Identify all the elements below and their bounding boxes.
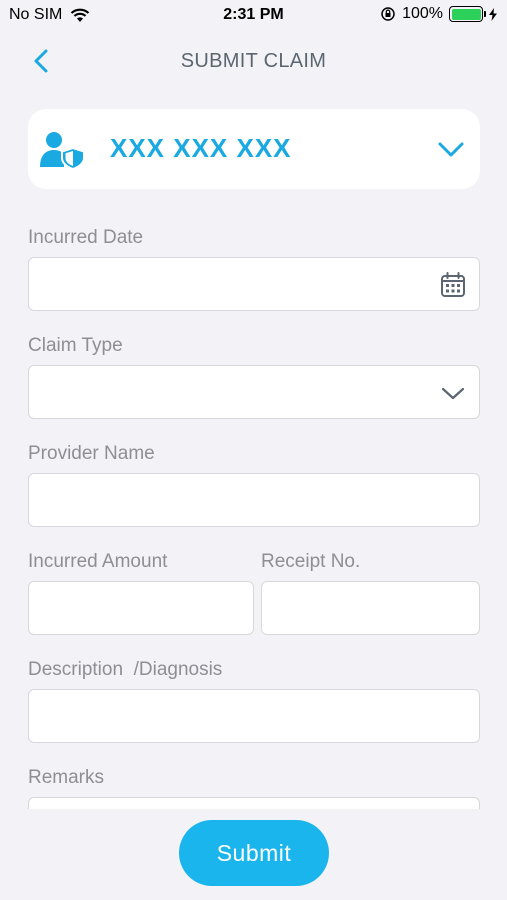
claim-type-input[interactable] bbox=[29, 366, 479, 418]
status-right: 100% bbox=[380, 5, 497, 23]
description-label: Description /Diagnosis bbox=[28, 659, 223, 680]
provider-name-field[interactable] bbox=[28, 473, 480, 527]
remarks-input[interactable] bbox=[29, 800, 479, 809]
remarks-label: Remarks bbox=[28, 767, 105, 788]
user-shield-icon bbox=[40, 132, 85, 169]
receipt-no-label: Receipt No. bbox=[261, 551, 361, 572]
battery-icon bbox=[449, 6, 486, 22]
receipt-no-field[interactable] bbox=[261, 581, 480, 635]
description-input[interactable] bbox=[29, 690, 479, 742]
provider-name-label: Provider Name bbox=[28, 443, 155, 464]
member-selector[interactable]: XXX XXX XXX bbox=[28, 109, 480, 189]
provider-name-input[interactable] bbox=[29, 474, 479, 526]
incurred-date-input[interactable] bbox=[29, 258, 479, 310]
incurred-amount-field[interactable] bbox=[28, 581, 254, 635]
incurred-amount-label: Incurred Amount bbox=[28, 551, 168, 572]
chevron-down-icon bbox=[441, 387, 465, 400]
claim-type-select[interactable] bbox=[28, 365, 480, 419]
nav-bar: SUBMIT CLAIM bbox=[0, 38, 507, 86]
incurred-date-label: Incurred Date bbox=[28, 227, 144, 248]
receipt-no-input[interactable] bbox=[262, 582, 479, 634]
claim-type-label: Claim Type bbox=[28, 335, 123, 356]
submit-button[interactable]: Submit bbox=[179, 820, 329, 886]
page-title: SUBMIT CLAIM bbox=[180, 50, 327, 72]
battery-percent: 100% bbox=[402, 5, 443, 22]
incurred-amount-input[interactable] bbox=[29, 582, 253, 634]
orientation-lock-icon bbox=[381, 7, 395, 21]
status-bar: No SIM 2:31 PM 100% bbox=[0, 0, 507, 32]
member-name: XXX XXX XXX bbox=[110, 133, 292, 163]
calendar-icon[interactable] bbox=[439, 271, 467, 299]
incurred-date-field[interactable] bbox=[28, 257, 480, 311]
remarks-field[interactable] bbox=[28, 797, 480, 809]
charging-bolt-icon bbox=[489, 7, 497, 21]
description-field[interactable] bbox=[28, 689, 480, 743]
chevron-down-icon bbox=[438, 142, 464, 157]
